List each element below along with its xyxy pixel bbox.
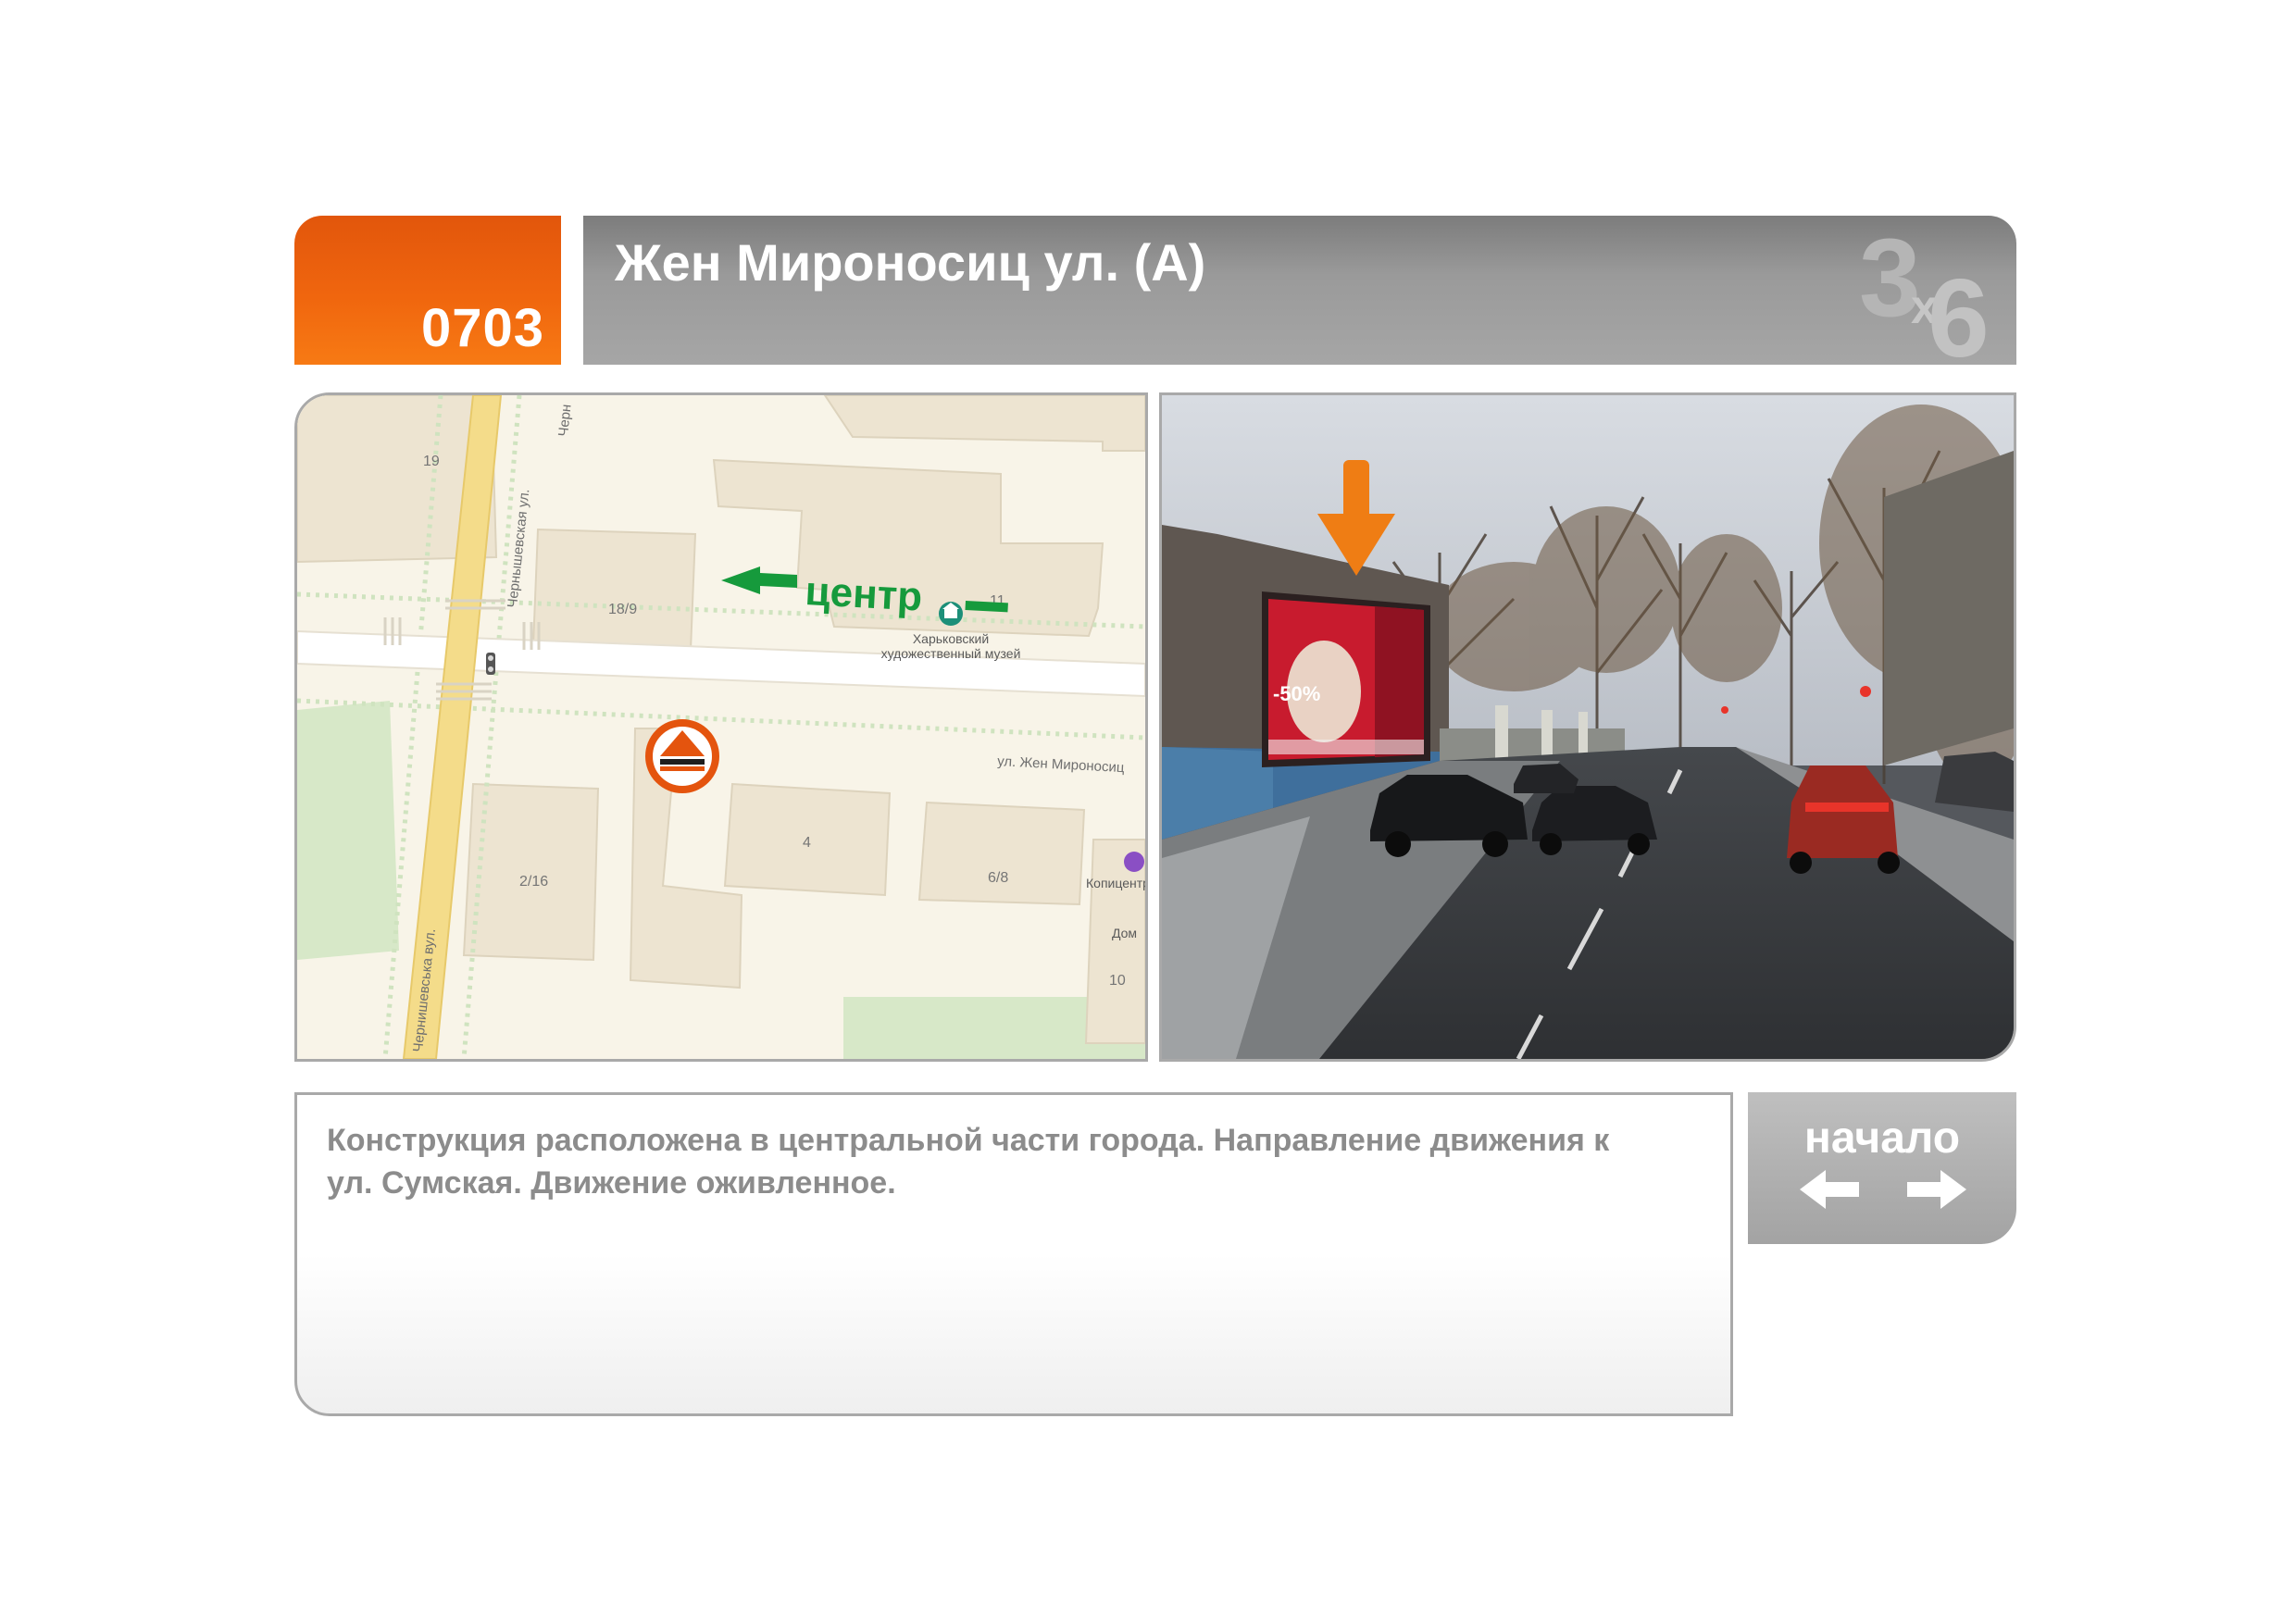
- home-nav-label: начало: [1803, 1114, 1961, 1163]
- title-bar: Жен Мироносиц ул. (А) 3 x 6: [583, 216, 2016, 365]
- copycenter-label: Копицентр: [1086, 876, 1145, 890]
- museum-label-line2: художественный музей: [881, 646, 1021, 661]
- map-label-18-9: 18/9: [608, 602, 637, 617]
- page-title: Жен Мироносиц ул. (А): [615, 233, 1206, 292]
- billboard-discount: -50%: [1273, 682, 1320, 705]
- museum-label-line1: Харьковский: [913, 631, 989, 646]
- site-photo: -50%: [1162, 395, 2014, 1059]
- billboard-marker-icon: [645, 719, 719, 793]
- description-text: Конструкция расположена в центральной ча…: [327, 1123, 1610, 1201]
- site-photo-panel: -50%: [1159, 392, 2016, 1062]
- logo-digit-6: 6: [1928, 256, 1990, 360]
- billboard-image: -50%: [1262, 591, 1430, 767]
- home-nav-button[interactable]: начало: [1748, 1092, 2016, 1244]
- location-code-tile: 0703: [294, 216, 561, 365]
- map-label-19: 19: [423, 454, 440, 469]
- brand-logo: 3 x 6: [1859, 221, 1990, 360]
- dom-label: Дом: [1112, 926, 1137, 940]
- arrow-left-icon[interactable]: [1798, 1166, 1863, 1213]
- map-label-10: 10: [1109, 973, 1126, 989]
- direction-label: центр: [804, 568, 923, 620]
- street-label-cherny-ru-2: Черн: [555, 404, 575, 438]
- map-label-4: 4: [803, 835, 811, 851]
- map-panel: 19 18/9 11 4 2/16 6/8 10 Харьковский худ…: [294, 392, 1148, 1062]
- location-code: 0703: [420, 298, 544, 358]
- location-map: 19 18/9 11 4 2/16 6/8 10 Харьковский худ…: [297, 395, 1145, 1059]
- description-panel: Конструкция расположена в центральной ча…: [294, 1092, 1733, 1416]
- map-label-6-8: 6/8: [988, 870, 1008, 886]
- arrow-right-icon[interactable]: [1903, 1166, 1968, 1213]
- copycenter-icon: [1124, 852, 1144, 872]
- map-label-2-16: 2/16: [519, 874, 548, 890]
